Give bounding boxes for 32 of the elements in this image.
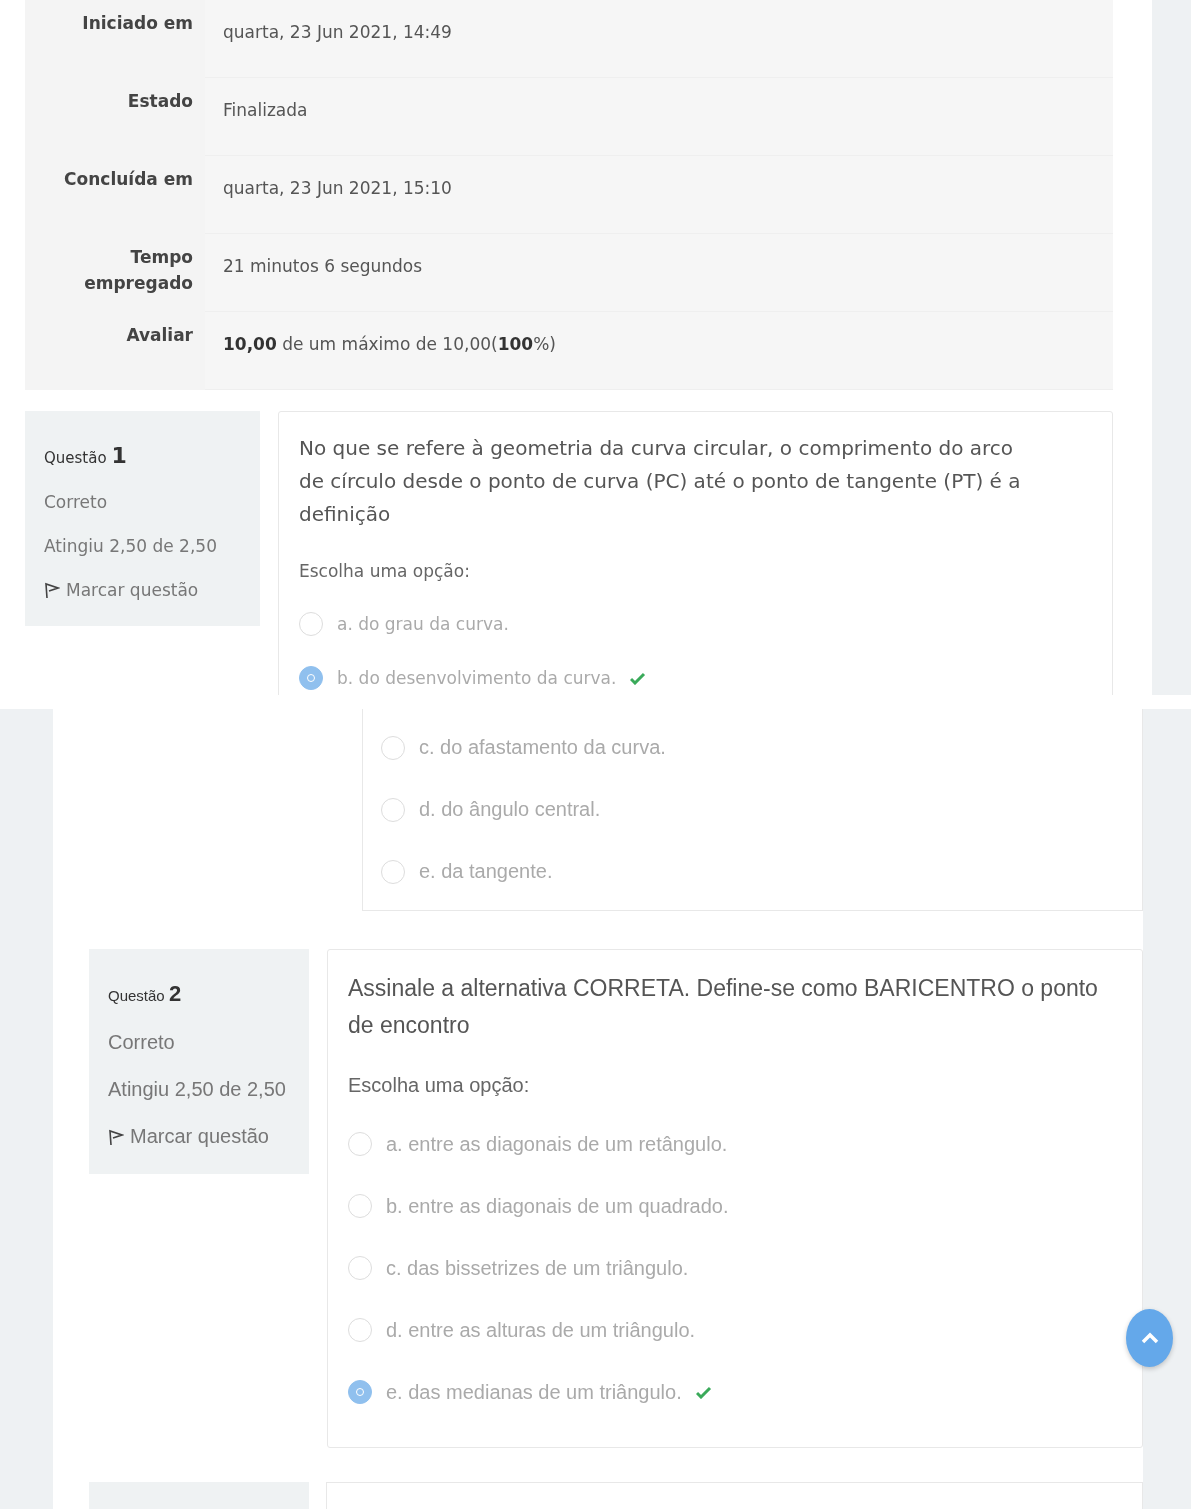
option-label: c. do afastamento da curva.	[419, 736, 666, 759]
option-label: a. entre as diagonais de um retângulo.	[386, 1132, 728, 1156]
option-label: b. do desenvolvimento da curva.	[337, 668, 617, 688]
summary-value: 10,00 de um máximo de 10,00(100%)	[205, 312, 1113, 390]
summary-label: Tempo empregado	[25, 234, 205, 312]
option-prompt: Escolha uma opção:	[348, 1074, 531, 1097]
option-label: b. entre as diagonais de um quadrado.	[386, 1194, 729, 1218]
summary-value: quarta, 23 Jun 2021, 15:10	[205, 156, 1113, 234]
question-status: Correto	[44, 492, 109, 512]
question-grade: Atingiu 2,50 de 2,50	[108, 1078, 287, 1101]
summary-value: quarta, 23 Jun 2021, 14:49	[205, 0, 1113, 78]
option-label: d. entre as alturas de um triângulo.	[386, 1318, 696, 1342]
question-text: Assinale a alternativa CORRETA. Define-se como BARICENTRO o ponto de encontro	[348, 974, 1099, 1040]
option-label: a. do grau da curva.	[337, 614, 509, 634]
summary-label: Iniciado em	[25, 0, 205, 78]
question-text: No que se refere à geometria da curva circular, o comprimento do arco de círculo desde o ponto de curva (PC) até o ponto de tangente (PT) é a definição	[299, 435, 1022, 528]
option-prompt: Escolha uma opção:	[299, 561, 471, 581]
option-label: e. das medianas de um triângulo.	[386, 1380, 682, 1404]
summary-value: Finalizada	[205, 78, 1113, 156]
question-number: Questão 2	[108, 981, 183, 1007]
option-label: d. do ângulo central.	[419, 798, 601, 821]
option-label: c. das bissetrizes de um triângulo.	[386, 1256, 689, 1280]
summary-value: 21 minutos 6 segundos	[205, 234, 1113, 312]
question-grade: Atingiu 2,50 de 2,50	[44, 536, 218, 556]
question-number: Questão 1	[44, 443, 128, 468]
summary-label: Avaliar	[25, 312, 205, 390]
option-label: e. da tangente.	[419, 860, 553, 883]
summary-label: Estado	[25, 78, 205, 156]
flag-question-link[interactable]: Marcar questão	[66, 580, 199, 600]
summary-label: Concluída em	[25, 156, 205, 234]
question-status: Correto	[108, 1031, 176, 1054]
flag-question-link[interactable]: Marcar questão	[130, 1125, 269, 1148]
